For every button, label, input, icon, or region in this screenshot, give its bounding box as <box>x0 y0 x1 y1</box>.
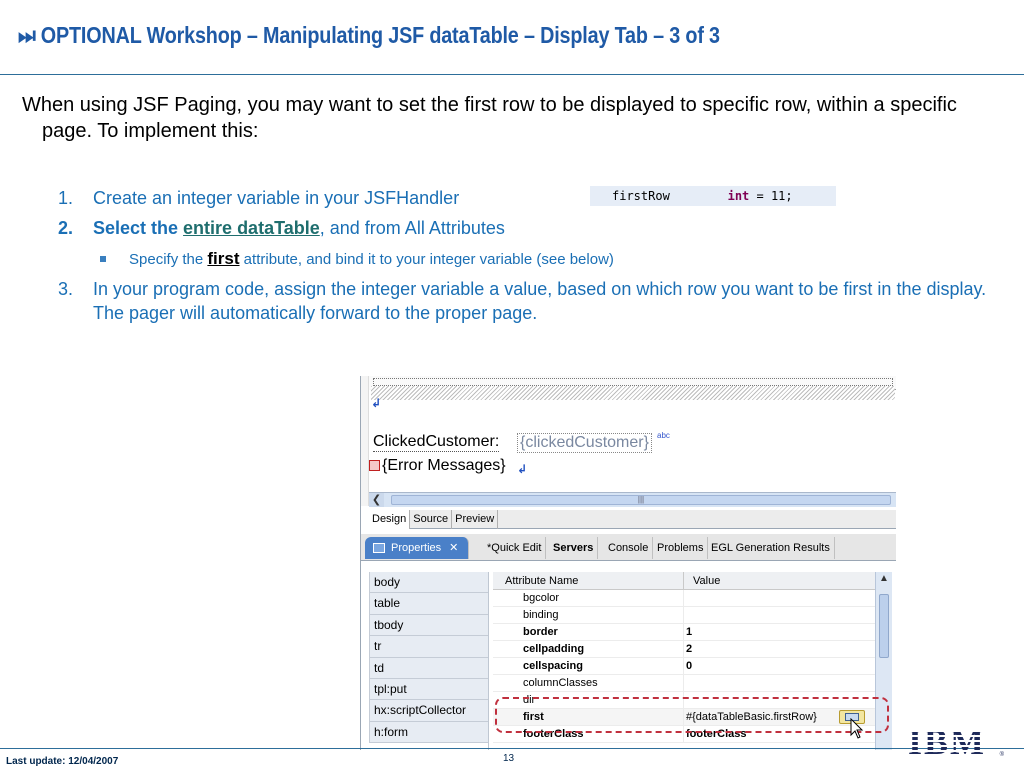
sub-bullet: Specify the first attribute, and bind it… <box>100 249 614 270</box>
editor-tabs: Design Source Preview <box>369 510 896 529</box>
list-item-2: 2. Select the entire dataTable, and from… <box>58 216 1018 240</box>
attribute-value[interactable]: 1 <box>686 624 692 641</box>
tab-console[interactable]: Console <box>604 537 654 559</box>
list-text: In your program code, assign the integer… <box>93 279 987 323</box>
tab-preview[interactable]: Preview <box>452 510 499 529</box>
return-icon: ↲ <box>371 396 382 410</box>
page-number: 13 <box>503 753 515 764</box>
skip-forward-icon: ⏭ <box>18 22 36 48</box>
slide-title: ⏭ OPTIONAL Workshop – Manipulating JSF da… <box>18 22 720 49</box>
attribute-value[interactable]: 0 <box>686 658 692 675</box>
attribute-value[interactable]: 2 <box>686 641 692 658</box>
tab-servers[interactable]: Servers <box>549 537 599 559</box>
clicked-customer-output[interactable]: {clickedCustomer} <box>517 433 652 453</box>
tag-item-hx-scriptcollector[interactable]: hx:scriptCollector <box>369 700 488 722</box>
tag-item-tr[interactable]: tr <box>369 636 488 658</box>
error-messages-text: {Error Messages} <box>382 457 506 474</box>
list-text-rest: , and from All Attributes <box>319 218 505 238</box>
scroll-up-icon[interactable]: ▲ <box>876 572 892 586</box>
tag-item-tpl-put[interactable]: tpl:put <box>369 678 488 701</box>
first-attribute-highlight <box>495 697 889 733</box>
code-assignment: = 11; <box>749 189 793 203</box>
list-text: Create an integer variable in your JSFHa… <box>93 188 460 208</box>
table-row[interactable]: columnClasses <box>493 675 875 692</box>
attribute-name: bgcolor <box>523 592 560 604</box>
error-messages[interactable]: {Error Messages} <box>369 457 506 475</box>
table-row[interactable]: bgcolor <box>493 590 875 607</box>
attribute-name: binding <box>523 609 559 621</box>
design-gutter <box>361 376 369 506</box>
footer-divider <box>0 748 1024 749</box>
attributes-header: Attribute Name Value <box>493 572 875 590</box>
attribute-name: cellspacing <box>523 660 583 672</box>
tab-design[interactable]: Design <box>369 510 411 529</box>
mouse-cursor-icon <box>850 718 864 739</box>
scroll-thumb[interactable]: ||| <box>391 495 891 505</box>
ibm-logo-text: IBM <box>908 722 986 762</box>
tag-item-h-form[interactable]: h:form <box>369 721 488 744</box>
properties-icon <box>373 543 385 553</box>
sub-keyword: first <box>207 249 240 268</box>
table-row[interactable]: border 1 <box>493 624 875 641</box>
table-row[interactable]: binding <box>493 607 875 624</box>
last-update: Last update: 12/04/2007 <box>6 756 119 767</box>
tab-source[interactable]: Source <box>410 510 453 529</box>
close-icon[interactable]: ✕ <box>449 542 458 554</box>
code-type-keyword: int <box>727 189 750 203</box>
tag-hierarchy: body table tbody tr td tpl:put hx:script… <box>369 572 489 750</box>
ibm-logo: IBM ® <box>908 722 1004 762</box>
title-divider <box>0 74 1024 75</box>
square-bullet-icon <box>100 256 106 262</box>
tag-item-body[interactable]: body <box>369 572 488 594</box>
tab-problems[interactable]: Problems <box>653 537 709 559</box>
scroll-thumb[interactable] <box>879 594 889 658</box>
code-gap <box>670 189 728 203</box>
sub-text-before: Specify the <box>129 251 208 268</box>
tab-properties[interactable]: Properties ✕ <box>365 537 470 559</box>
tag-item-td[interactable]: td <box>369 657 488 679</box>
attribute-name: columnClasses <box>523 677 598 689</box>
tab-egl-generation-results[interactable]: EGL Generation Results <box>707 537 835 559</box>
column-header-attribute-name[interactable]: Attribute Name <box>505 572 578 590</box>
ide-screenshot: ↲ ClickedCustomer: {clickedCustomer} abc… <box>360 376 896 750</box>
tag-item-tbody[interactable]: tbody <box>369 614 488 637</box>
error-messages-icon <box>369 460 380 471</box>
list-number: 3. <box>58 279 74 299</box>
clicked-customer-label[interactable]: ClickedCustomer: <box>373 433 500 452</box>
views-tab-bar: Properties ✕ *Quick Edit Servers Console … <box>361 534 896 561</box>
code-var-name: firstRow <box>612 189 670 203</box>
table-row[interactable]: cellpadding 2 <box>493 641 875 658</box>
tab-properties-label: Properties <box>391 542 442 554</box>
list-number: 2. <box>58 218 74 238</box>
list-number: 1. <box>58 188 74 208</box>
tag-item-table[interactable]: table <box>369 593 488 615</box>
output-text-icon: abc <box>657 431 670 440</box>
table-row[interactable]: cellspacing 0 <box>493 658 875 675</box>
sub-text-after: attribute, and bind it to your integer v… <box>239 251 614 268</box>
list-text-bold: Select the <box>93 218 184 238</box>
horizontal-scrollbar[interactable]: ❮ ||| <box>369 492 896 507</box>
column-header-value[interactable]: Value <box>693 572 720 590</box>
list-text-emphasis: entire dataTable <box>183 218 320 238</box>
scroll-left-icon[interactable]: ❮ <box>369 493 384 507</box>
list-item-1: 1. Create an integer variable in your JS… <box>58 186 1018 210</box>
registered-mark: ® <box>999 752 1004 758</box>
table-border-hatch <box>371 386 895 400</box>
return-icon: ↲ <box>517 462 528 476</box>
slide-title-text: OPTIONAL Workshop – Manipulating JSF dat… <box>40 22 720 48</box>
code-snippet: firstRow int = 11; <box>590 186 836 206</box>
attribute-name: cellpadding <box>523 643 585 655</box>
intro-paragraph: When using JSF Paging, you may want to s… <box>22 94 957 142</box>
tab-quick-edit[interactable]: *Quick Edit <box>483 537 547 559</box>
attribute-name: border <box>523 626 558 638</box>
list-item-3: 3. In your program code, assign the inte… <box>58 277 1018 325</box>
